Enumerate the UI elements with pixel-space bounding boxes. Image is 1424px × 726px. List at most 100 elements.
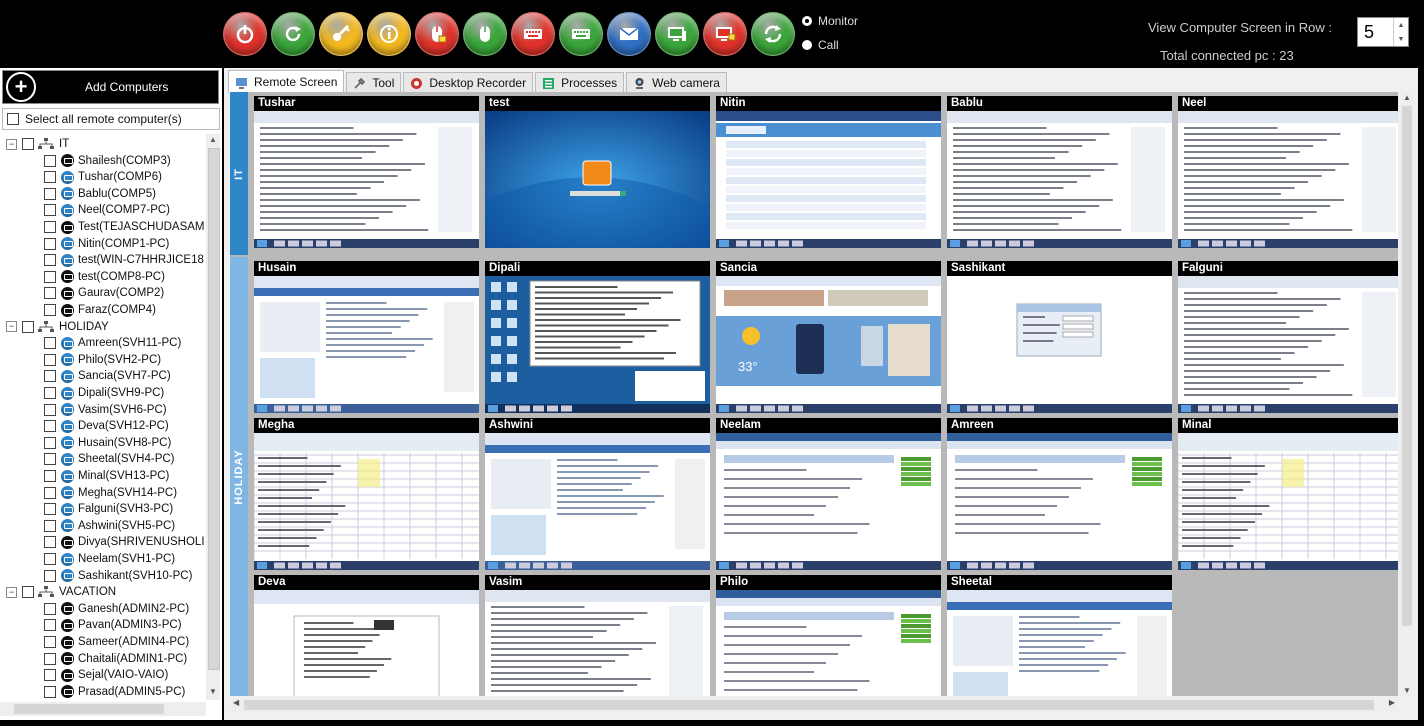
computer-checkbox[interactable]	[44, 470, 56, 482]
computer-checkbox[interactable]	[44, 636, 56, 648]
info-button[interactable]	[367, 12, 411, 56]
remote-screen-tile[interactable]: Tushar	[254, 96, 479, 248]
remote-screen-thumbnail[interactable]	[254, 276, 479, 413]
spinner-arrows[interactable]: ▲ ▼	[1393, 18, 1408, 46]
tree-item[interactable]: Amreen(SVH11-PC)	[0, 335, 181, 351]
tree-group-vacation[interactable]: − VACATION	[0, 584, 116, 600]
remote-screen-thumbnail[interactable]	[947, 276, 1172, 413]
power-button[interactable]	[223, 12, 267, 56]
remote-screen-tile[interactable]: Amreen	[947, 418, 1172, 570]
tab-tool[interactable]: Tool	[346, 72, 402, 93]
tree-hscroll-thumb[interactable]	[14, 704, 164, 714]
computer-checkbox[interactable]	[44, 619, 56, 632]
remote-screen-tile[interactable]: Sheetal	[947, 575, 1172, 696]
remote-screen-tile[interactable]: Sashikant	[947, 261, 1172, 413]
tree-item[interactable]: Sejal(VAIO-VAIO)	[0, 667, 168, 683]
tree-horizontal-scrollbar[interactable]	[0, 702, 206, 716]
keyboard-button[interactable]	[559, 12, 603, 56]
sync-button[interactable]	[751, 12, 795, 56]
computer-checkbox[interactable]	[44, 370, 56, 383]
remote-screen-thumbnail[interactable]	[254, 590, 479, 696]
refresh-button[interactable]	[271, 12, 315, 56]
remote-screen-thumbnail[interactable]	[254, 433, 479, 570]
computer-checkbox[interactable]	[44, 503, 56, 516]
scroll-down-icon[interactable]: ▼	[206, 687, 220, 699]
collapse-icon[interactable]: −	[6, 586, 17, 598]
tab-processes[interactable]: Processes	[535, 72, 625, 93]
tree-item[interactable]: Divya(SHRIVENUSHOLI	[0, 534, 205, 550]
row-count-value[interactable]: 5	[1364, 22, 1374, 43]
computer-checkbox[interactable]	[44, 187, 56, 200]
collapse-icon[interactable]: −	[6, 321, 17, 333]
remote-screen-tile[interactable]: test	[485, 96, 710, 248]
tree-item[interactable]: Falguni(SVH3-PC)	[0, 501, 173, 517]
remote-screen-thumbnail[interactable]	[1178, 111, 1398, 248]
scroll-up-icon[interactable]: ▲	[206, 135, 220, 147]
tree-item[interactable]: Neelam(SVH1-PC)	[0, 551, 175, 567]
remote-screen-thumbnail[interactable]	[485, 590, 710, 696]
remote-screen-tile[interactable]: Minal	[1178, 418, 1398, 570]
grid-scroll-thumb[interactable]	[1402, 106, 1412, 626]
remote-screen-tile[interactable]: Neel	[1178, 96, 1398, 248]
tree-item[interactable]: Gaurav(COMP2)	[0, 285, 164, 301]
remote-screen-tile[interactable]: Neelam	[716, 418, 941, 570]
computer-checkbox[interactable]	[44, 569, 56, 582]
tree-vertical-scrollbar[interactable]: ▲ ▼	[206, 134, 220, 700]
tree-item[interactable]: Minal(SVH13-PC)	[0, 468, 169, 484]
row-count-spinner[interactable]: 5 ▲ ▼	[1357, 17, 1409, 47]
computer-checkbox[interactable]	[44, 420, 56, 433]
remote-screen-thumbnail[interactable]	[716, 590, 941, 696]
remote-screen-thumbnail[interactable]	[716, 111, 941, 248]
computer-checkbox[interactable]	[44, 270, 56, 283]
tree-item[interactable]: Vasim(SVH6-PC)	[0, 402, 167, 418]
add-computers-button[interactable]: + Add Computers	[2, 70, 219, 104]
remote-screen-thumbnail[interactable]	[485, 276, 710, 413]
tree-item[interactable]: Chaitali(ADMIN1-PC)	[0, 651, 187, 667]
call-radio[interactable]: Call	[802, 38, 839, 52]
group-checkbox[interactable]	[22, 320, 34, 333]
tree-item[interactable]: Sancia(SVH7-PC)	[0, 368, 171, 384]
computer-checkbox[interactable]	[44, 204, 56, 217]
tree-item[interactable]: Dipali(SVH9-PC)	[0, 385, 164, 401]
tree-item[interactable]: Nitin(COMP1-PC)	[0, 236, 169, 252]
tree-item[interactable]: Shailesh(COMP3)	[0, 153, 171, 169]
remote-screen-thumbnail[interactable]	[254, 111, 479, 248]
select-all-row[interactable]: Select all remote computer(s)	[2, 108, 220, 130]
grid-horizontal-scrollbar[interactable]: ◀ ▶	[230, 698, 1398, 712]
remote-screen-tile[interactable]: Philo	[716, 575, 941, 696]
computer-checkbox[interactable]	[44, 652, 56, 665]
remote-screen-tile[interactable]: Deva	[254, 575, 479, 696]
computer-checkbox[interactable]	[44, 669, 56, 682]
computer-checkbox[interactable]	[44, 536, 56, 549]
remote-screen-thumbnail[interactable]	[716, 433, 941, 570]
key-button[interactable]	[319, 12, 363, 56]
computer-checkbox[interactable]	[44, 171, 56, 184]
select-all-checkbox[interactable]	[7, 113, 19, 125]
remote-screen-tile[interactable]: Nitin	[716, 96, 941, 248]
remote-screen-thumbnail[interactable]	[947, 590, 1172, 696]
tree-item[interactable]: Husain(SVH8-PC)	[0, 435, 171, 451]
computer-checkbox[interactable]	[44, 553, 56, 565]
tree-item[interactable]: Tushar(COMP6)	[0, 169, 162, 185]
tree-item[interactable]: Ashwini(SVH5-PC)	[0, 518, 175, 534]
tree-scroll-thumb[interactable]	[208, 148, 220, 670]
computer-checkbox[interactable]	[44, 337, 56, 350]
computer-checkbox[interactable]	[44, 387, 56, 399]
remote-screen-tile[interactable]: Vasim	[485, 575, 710, 696]
tree-item[interactable]: Pavan(ADMIN3-PC)	[0, 617, 182, 633]
tree-item[interactable]: Prasad(ADMIN5-PC)	[0, 684, 185, 700]
remote-screen-tile[interactable]: Falguni	[1178, 261, 1398, 413]
call-radio-dot[interactable]	[802, 40, 812, 50]
grid-vertical-scrollbar[interactable]: ▲ ▼	[1400, 92, 1414, 696]
computer-checkbox[interactable]	[44, 304, 56, 316]
tree-item[interactable]: Neel(COMP7-PC)	[0, 202, 170, 218]
tree-item[interactable]: Deva(SVH12-PC)	[0, 418, 169, 434]
computer-checkbox[interactable]	[44, 353, 56, 366]
tree-item[interactable]: Philo(SVH2-PC)	[0, 352, 161, 368]
grid-scroll-left-icon[interactable]: ◀	[233, 698, 239, 707]
monitor-lock-button[interactable]	[703, 12, 747, 56]
remote-screen-tile[interactable]: Bablu	[947, 96, 1172, 248]
group-checkbox[interactable]	[22, 586, 34, 599]
grid-scroll-up-icon[interactable]: ▲	[1400, 93, 1414, 102]
remote-screen-tile[interactable]: Ashwini	[485, 418, 710, 570]
